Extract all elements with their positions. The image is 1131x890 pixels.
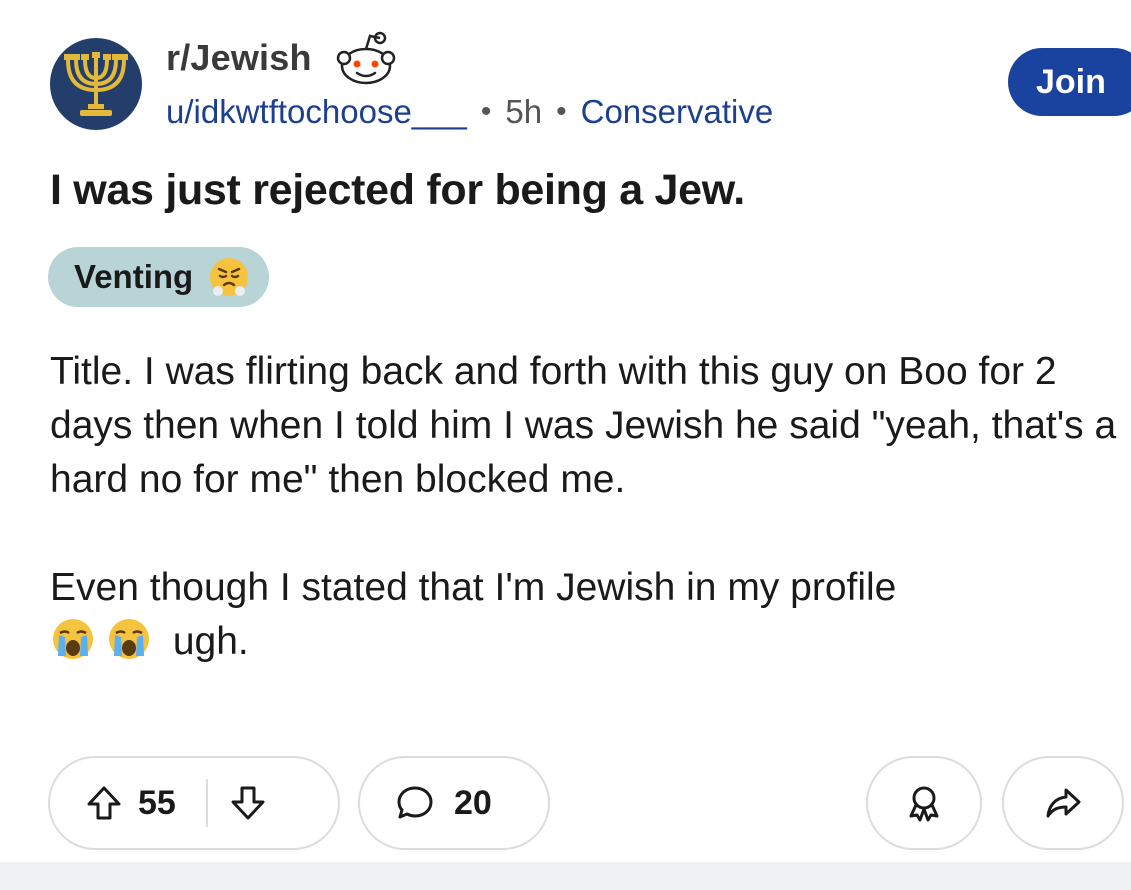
comment-count: 20 (454, 783, 492, 822)
downvote-icon[interactable] (228, 783, 268, 823)
join-button[interactable]: Join (1008, 48, 1131, 116)
menorah-icon (64, 52, 128, 116)
action-bar: 55 20 (48, 756, 1124, 852)
award-button[interactable] (866, 756, 982, 850)
comments-button[interactable]: 20 (358, 756, 550, 850)
loudly-crying-face-emoji (109, 619, 149, 659)
user-flair: Conservative (580, 93, 774, 130)
loudly-crying-face-emoji (53, 619, 93, 659)
subreddit-avatar[interactable] (50, 38, 142, 130)
post-title[interactable]: I was just rejected for being a Jew. (50, 166, 745, 215)
snoo-icon (330, 30, 402, 88)
body-text: ugh. (172, 620, 249, 663)
subreddit-name[interactable]: r/Jewish (166, 37, 312, 79)
body-paragraph: Title. I was flirting back and forth wit… (50, 350, 1117, 501)
steaming-face-emoji (210, 258, 249, 296)
share-icon (1046, 788, 1081, 818)
upvote-count: 55 (138, 783, 176, 822)
flair-label: Venting (74, 258, 194, 295)
post-body: Title. I was flirting back and forth wit… (50, 345, 1120, 669)
comment-icon (397, 786, 433, 819)
bottom-divider (0, 862, 1131, 890)
meta-separator: • (480, 95, 492, 128)
author-link[interactable]: u/idkwtftochoose___ (166, 93, 467, 131)
body-text: Even though I stated that I'm Jewish in … (50, 566, 897, 609)
body-paragraph: Even though I stated that I'm Jewish in … (50, 561, 1120, 669)
award-icon (909, 786, 939, 822)
post-meta: u/idkwtftochoose___ • 5h • Conservative (166, 93, 773, 131)
vote-divider (205, 779, 208, 827)
post-flair[interactable]: Venting (48, 247, 270, 307)
meta-separator: • (556, 95, 567, 128)
vote-control: 55 (48, 756, 340, 850)
upvote-icon[interactable] (84, 783, 124, 823)
post-time: 5h (505, 93, 543, 130)
share-button[interactable] (1002, 756, 1124, 850)
